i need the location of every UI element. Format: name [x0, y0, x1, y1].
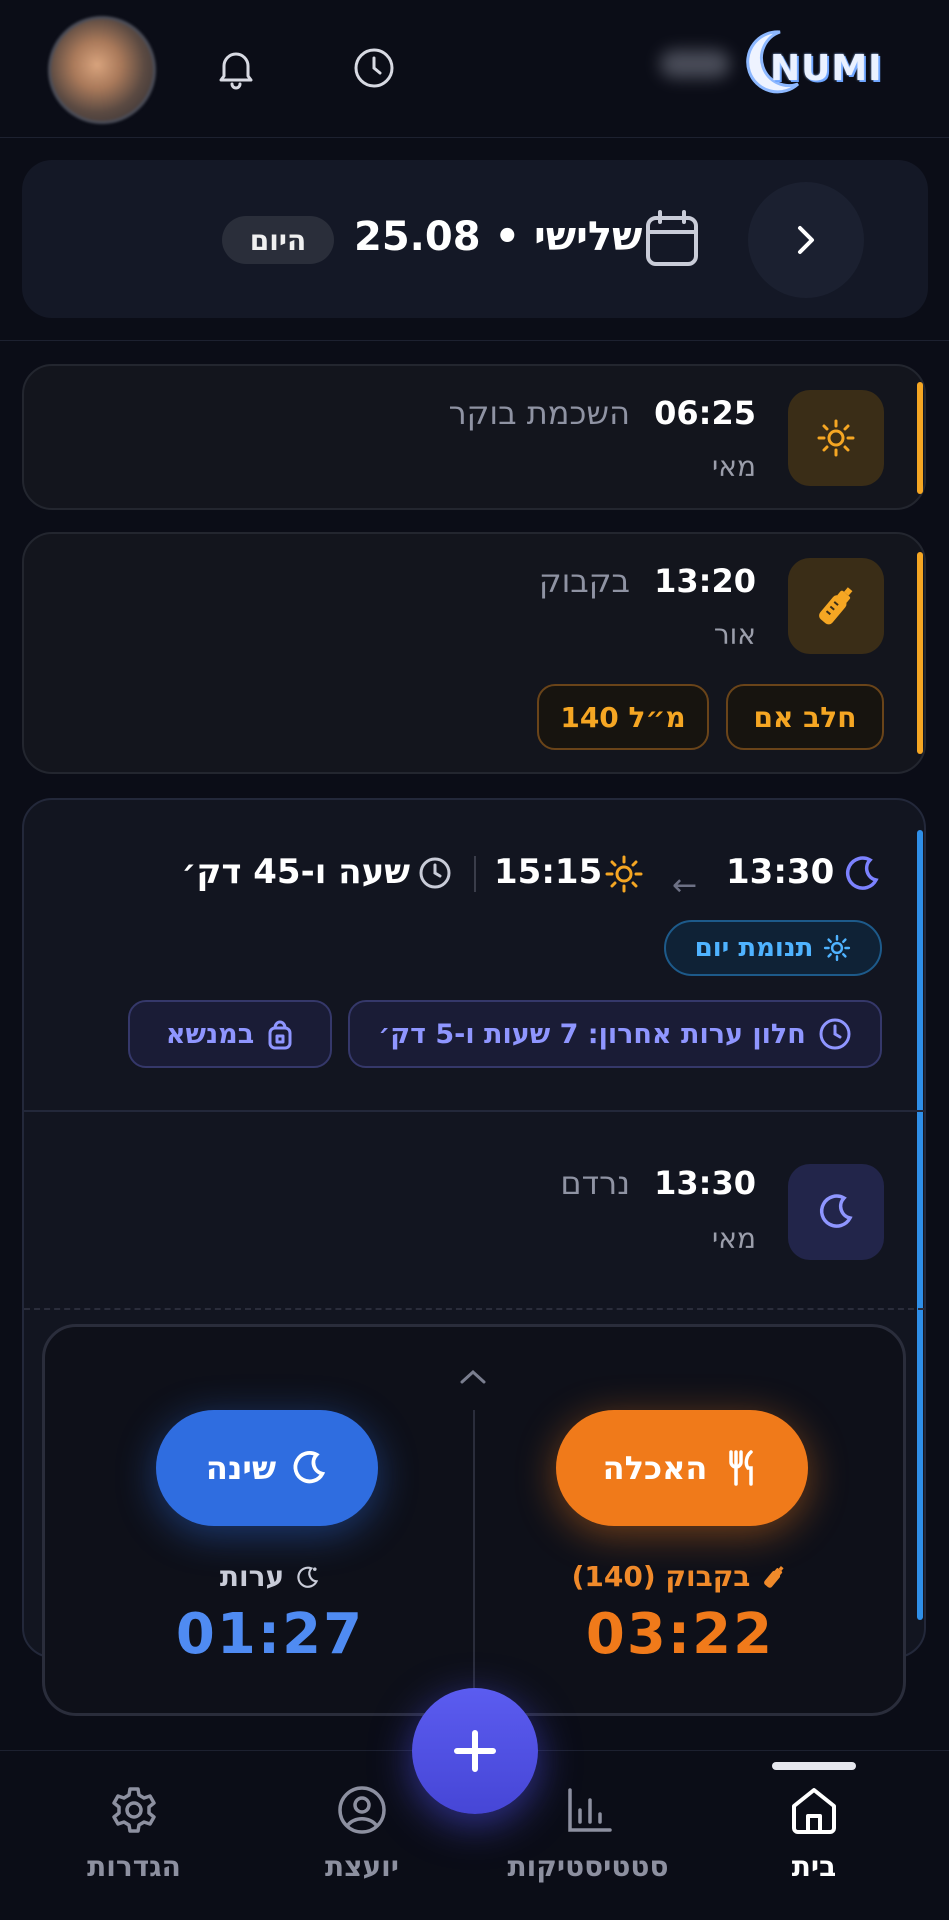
avatar[interactable] — [48, 16, 156, 124]
nav-advisor-label: יועצת — [325, 1850, 399, 1883]
bottle-icon — [788, 558, 884, 654]
wake-window-badge: חלון ערות אחרון: 7 שעות ו-5 דק׳ — [348, 1000, 882, 1068]
clock-icon — [418, 856, 452, 890]
awake-timer: 01:27 — [175, 1602, 365, 1667]
chevron-right-icon — [798, 226, 814, 254]
event-author: אור — [713, 618, 756, 651]
feed-button-label: האכלה — [602, 1449, 708, 1487]
divider — [474, 856, 476, 892]
event-title: נרדם — [560, 1164, 630, 1202]
milk-type-tag: חלב אם — [726, 684, 884, 750]
home-icon — [792, 1788, 836, 1834]
today-badge[interactable]: היום — [222, 216, 334, 264]
amount-tag: 140 מ״ל — [537, 684, 709, 750]
divider — [24, 1308, 924, 1310]
awake-label: ערות — [219, 1560, 285, 1593]
user-icon — [338, 1786, 386, 1834]
sleep-start: 13:30 — [726, 852, 835, 892]
nav-active-indicator — [772, 1762, 856, 1770]
chevron-up-icon[interactable] — [458, 1368, 488, 1386]
sleep-type-label: תנומת יום — [694, 933, 814, 963]
feed-timer: 03:22 — [585, 1602, 775, 1667]
moon-icon — [842, 854, 882, 894]
divider — [24, 1110, 924, 1112]
event-title: בקבוק — [538, 562, 630, 600]
sleep-end: 15:15 — [494, 852, 603, 892]
feed-label: בקבוק (140) — [571, 1560, 751, 1593]
gear-icon — [112, 1787, 156, 1833]
moon-icon — [788, 1164, 884, 1260]
calendar-icon[interactable] — [644, 208, 700, 268]
sleep-duration: שעה ו-45 דק׳ — [181, 852, 410, 892]
nav-settings-label: הגדרות — [87, 1850, 181, 1883]
nav-home[interactable]: בית — [714, 1784, 914, 1883]
history-clock-icon[interactable] — [348, 42, 400, 94]
nav-settings[interactable]: הגדרות — [34, 1784, 234, 1883]
current-date: 25.08 • שלישי — [354, 214, 643, 260]
feed-button[interactable]: האכלה — [556, 1410, 808, 1526]
plus-icon — [454, 1730, 496, 1772]
card-accent — [917, 830, 923, 1620]
sun-icon — [788, 390, 884, 486]
arrow-left-icon: ← — [672, 868, 698, 903]
clock-icon — [819, 1018, 851, 1050]
event-time: 06:25 — [654, 394, 756, 432]
event-author: מאי — [712, 1222, 756, 1255]
panel-divider — [473, 1410, 475, 1706]
sleep-button-label: שינה — [205, 1449, 277, 1487]
wake-window-label: חלון ערות אחרון: 7 שעות ו-5 דק׳ — [378, 1018, 806, 1050]
card-accent — [917, 382, 923, 494]
divider — [0, 340, 949, 341]
sleep-button[interactable]: שינה — [156, 1410, 378, 1526]
logo-text: NUMI — [770, 48, 883, 89]
sun-icon — [824, 934, 851, 962]
carrier-icon — [268, 1020, 292, 1050]
nav-advisor[interactable]: יועצת — [262, 1784, 462, 1883]
sleep-type-badge: תנומת יום — [664, 920, 882, 976]
feed-row: בקבוק (140) — [560, 1560, 800, 1593]
nav-stats-label: סטטיסטיקות — [507, 1850, 669, 1883]
location-badge: במנשא — [128, 1000, 332, 1068]
blurred-name — [660, 50, 730, 78]
sun-icon — [604, 854, 644, 894]
fork-knife-icon — [729, 1450, 754, 1486]
bell-icon[interactable] — [210, 42, 262, 94]
event-title: השכמת בוקר — [448, 394, 630, 432]
event-time: 13:20 — [654, 562, 756, 600]
next-day-button[interactable] — [748, 182, 864, 298]
bottle-icon — [764, 1565, 784, 1588]
app-logo: NUMI — [660, 22, 910, 102]
card-accent — [917, 552, 923, 754]
bar-chart-icon — [568, 1788, 612, 1832]
event-time: 13:30 — [654, 1164, 756, 1202]
location-label: במנשא — [165, 1018, 255, 1050]
awake-row: ערות — [160, 1560, 380, 1593]
add-event-button[interactable] — [412, 1688, 538, 1814]
nav-home-label: בית — [791, 1850, 837, 1883]
moon-star-icon — [297, 1566, 319, 1588]
event-author: מאי — [712, 450, 756, 483]
nav-stats[interactable]: סטטיסטיקות — [488, 1784, 688, 1883]
